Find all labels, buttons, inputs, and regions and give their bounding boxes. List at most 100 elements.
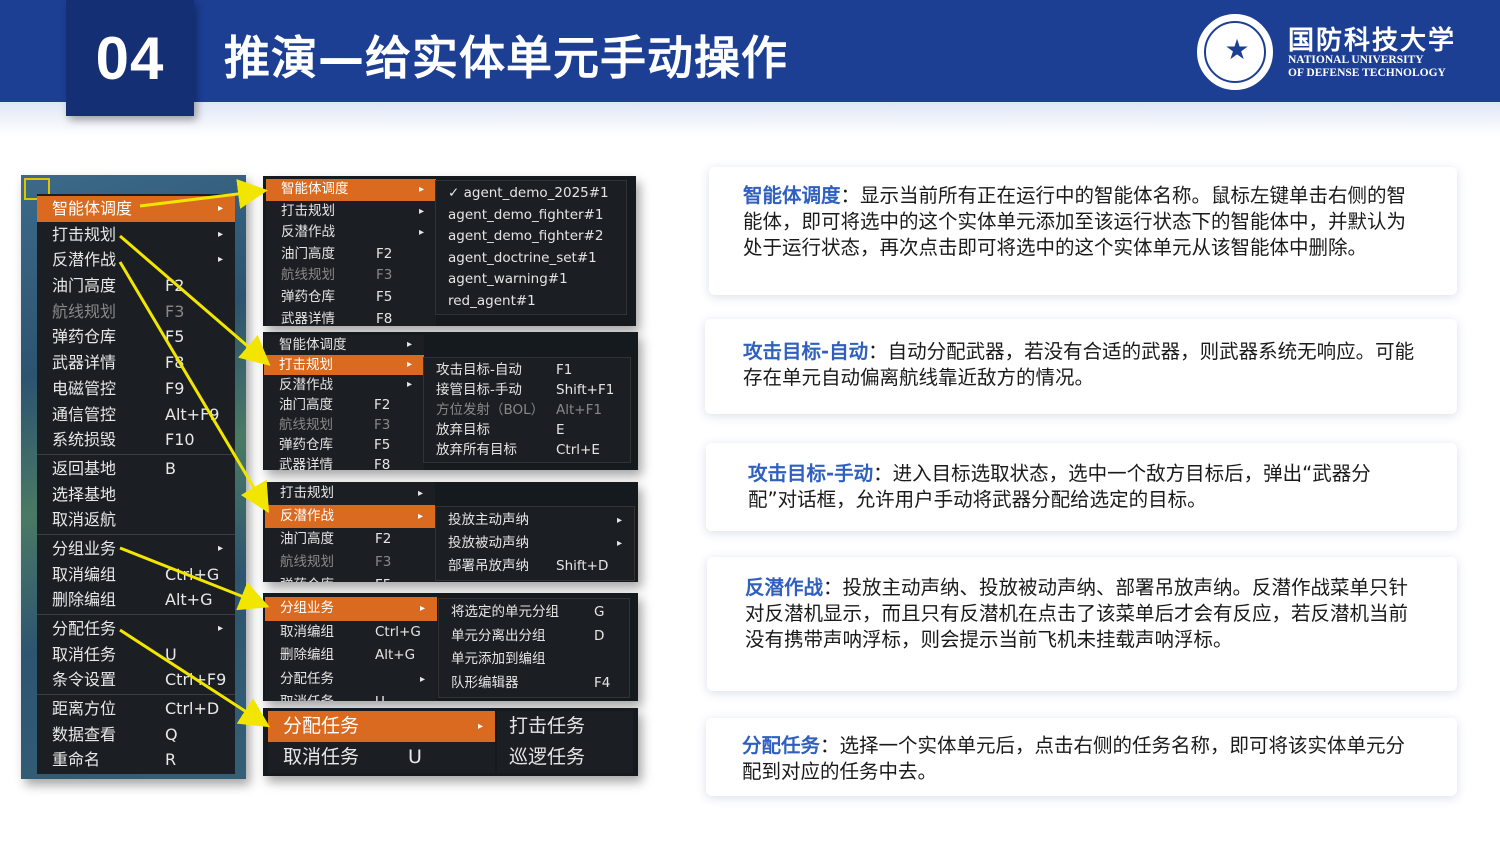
menu-item[interactable]: 分配任务 ▸ (265, 668, 437, 692)
menu-item[interactable]: 删除编组 Alt+G (265, 644, 437, 668)
menu-item-label: 部署吊放声纳 (448, 558, 529, 574)
menu-item[interactable]: agent_demo_fighter#1 (436, 205, 626, 227)
submenu-arrow-icon: ▸ (616, 515, 622, 526)
menu-separator (37, 694, 235, 696)
menu-item[interactable]: 智能体调度 ▸ (266, 179, 436, 201)
menu-item[interactable]: 部署吊放声纳 Shift+D (436, 555, 634, 578)
menu-item[interactable]: 航线规划 F3 (265, 551, 435, 574)
menu-item[interactable]: red_agent#1 (436, 291, 626, 313)
menu-item[interactable]: 反潜作战 ▸ (266, 222, 436, 244)
menu-item[interactable]: 油门高度 F2 (37, 273, 235, 299)
menu-item[interactable]: 弹药仓库 F5 (266, 287, 436, 309)
shortcut-key: F5 (374, 437, 391, 453)
menu-item[interactable]: agent_demo_fighter#2 (436, 226, 626, 248)
menu-item[interactable]: ✓ agent_demo_2025#1 (436, 183, 626, 205)
menu-item-label: 反潜作战 (280, 508, 334, 524)
card-keyword: 攻击目标-自动 (743, 340, 869, 363)
main-context-menu: 智能体调度 ▸ 打击规划 ▸ 反潜作战 ▸ 油门高度 F2 航线规划 F3 弹药仓库 F5 武器详情 F8… (37, 194, 235, 774)
menu-item[interactable]: 接管目标-手动 Shift+F1 (424, 380, 630, 400)
menu-item[interactable]: 航线规划 F3 (266, 265, 436, 287)
menu-item[interactable]: 打击规划 ▸ (265, 482, 435, 505)
menu-item-label: 巡逻任务 (509, 746, 586, 768)
menu-item[interactable]: 将选定的单元分组 G (439, 601, 629, 625)
menu-item[interactable]: 打击规划 ▸ (264, 355, 424, 375)
menu-item[interactable]: 系统损毁 F10 (37, 427, 235, 453)
menu-item[interactable]: 距离方位 Ctrl+D (37, 696, 235, 722)
menu-item[interactable]: 武器详情 F8 (266, 309, 436, 326)
menu-item[interactable]: 队形编辑器 F4 (439, 672, 629, 696)
menu-item[interactable]: 单元添加到编组 (439, 648, 629, 672)
submenu-arrow-icon: ▸ (217, 203, 223, 214)
menu-item[interactable]: 智能体调度 ▸ (264, 335, 424, 355)
menu-item[interactable]: 武器详情 F8 (37, 350, 235, 376)
shortcut-key: F1 (556, 362, 573, 378)
menu-item[interactable]: 方位发射（BOL） Alt+F1 (424, 400, 630, 420)
menu-item[interactable]: 弹药仓库 F5 (264, 435, 424, 455)
menu-item[interactable]: 重命名 R (37, 747, 235, 773)
menu-item[interactable]: 投放被动声纳 ▸ (436, 532, 634, 555)
group-submenu: 将选定的单元分组 G 单元分离出分组 D 单元添加到编组 队形编辑器 F4 (438, 598, 630, 698)
menu-item[interactable]: 航线规划 F3 (264, 415, 424, 435)
university-name-en: NATIONAL UNIVERSITY OF DEFENSE TECHNOLOG… (1288, 54, 1446, 79)
menu-item-label: 取消任务 (52, 644, 117, 664)
menu-item[interactable]: 反潜作战 ▸ (265, 505, 435, 528)
menu-item[interactable]: 删除编组 Alt+G (37, 587, 235, 613)
menu-item[interactable]: 武器详情 F8 (264, 455, 424, 470)
menu-item-label: 油门高度 (281, 245, 335, 262)
menu-item[interactable]: 分配任务 ▸ (268, 711, 495, 742)
shortcut-key: U (165, 644, 177, 664)
menu-item[interactable]: 油门高度 F2 (265, 528, 435, 551)
menu-item[interactable]: agent_warning#1 (436, 269, 626, 291)
menu-item[interactable]: 油门高度 F2 (266, 244, 436, 266)
menu-item-label: 智能体调度 (279, 337, 347, 353)
menu-item[interactable]: 放弃所有目标 Ctrl+E (424, 440, 630, 460)
menu-item[interactable]: 打击规划 ▸ (266, 201, 436, 223)
menu-item[interactable]: 反潜作战 ▸ (264, 375, 424, 395)
menu-item-label: 攻击目标-自动 (436, 362, 522, 378)
menu-item[interactable]: 数据查看 Q (37, 722, 235, 748)
menu-item[interactable]: 取消任务 U (37, 642, 235, 668)
menu-item[interactable]: 电磁管控 F9 (37, 376, 235, 402)
submenu-arrow-icon: ▸ (616, 538, 622, 549)
menu-separator (37, 533, 235, 535)
menu-item[interactable]: 投放主动声纳 ▸ (436, 509, 634, 532)
menu-item[interactable]: 条令设置 Ctrl+F9 (37, 667, 235, 693)
menu-item-label: 智能体调度 (281, 181, 349, 197)
menu-item[interactable]: 取消返航 (37, 507, 235, 533)
menu-item-label: 打击规划 (52, 224, 117, 244)
menu-item[interactable]: 弹药仓库 F5 (37, 324, 235, 350)
menu-item[interactable]: 巡逻任务 (497, 742, 633, 773)
menu-item[interactable]: 智能体调度 ▸ (37, 196, 235, 222)
shortcut-key: Shift+D (556, 558, 609, 574)
menu-item[interactable]: 分配任务 ▸ (37, 616, 235, 642)
screenshot-group-operations: 分组业务 ▸ 取消编组 Ctrl+G 删除编组 Alt+G 分配任务 ▸ 取消任务 U 将选定的单… (263, 593, 638, 701)
submenu-arrow-icon: ▸ (406, 359, 412, 370)
shortcut-key: Ctrl+G (375, 623, 421, 640)
menu-item[interactable]: 分组业务 ▸ (265, 597, 437, 621)
menu-item[interactable]: 放弃目标 E (424, 420, 630, 440)
menu-item[interactable]: 打击规划 ▸ (37, 222, 235, 248)
menu-item[interactable]: agent_doctrine_set#1 (436, 248, 626, 270)
agent-dispatch-menu: 智能体调度 ▸ 打击规划 ▸ 反潜作战 ▸ 油门高度 F2 航线规划 F3 弹药仓库 F5 武器详情 F8 (266, 179, 436, 326)
menu-item[interactable]: 取消任务 U (268, 742, 495, 773)
shortcut-key: Ctrl+E (556, 442, 600, 458)
menu-item-label: 数据查看 (52, 724, 117, 744)
menu-item[interactable]: 取消任务 U (265, 691, 437, 701)
menu-item[interactable]: 弹药仓库 F5 (265, 574, 435, 582)
menu-item[interactable]: 攻击目标-自动 F1 (424, 360, 630, 380)
menu-item[interactable]: 取消编组 Ctrl+G (37, 562, 235, 588)
menu-item[interactable]: 反潜作战 ▸ (37, 247, 235, 273)
card-text: ：选择一个实体单元后，点击右侧的任务名称，即可将该实体单元分配到对应的任务中去。 (742, 734, 1406, 783)
menu-item[interactable]: 取消编组 Ctrl+G (265, 621, 437, 645)
menu-item[interactable]: 打击任务 (497, 711, 633, 742)
menu-item[interactable]: 返回基地 B (37, 456, 235, 482)
menu-item[interactable]: 选择基地 (37, 482, 235, 508)
menu-item[interactable]: 单元分离出分组 D (439, 625, 629, 649)
menu-item[interactable]: 航线规划 F3 (37, 299, 235, 325)
card-assign-mission: 分配任务：选择一个实体单元后，点击右侧的任务名称，即可将该实体单元分配到对应的任… (706, 718, 1457, 796)
menu-item[interactable]: 油门高度 F2 (264, 395, 424, 415)
menu-item[interactable]: 通信管控 Alt+F9 (37, 402, 235, 428)
menu-item[interactable]: 分组业务 ▸ (37, 536, 235, 562)
menu-item-label: 放弃所有目标 (436, 442, 517, 458)
shortcut-key: Ctrl+D (165, 699, 220, 719)
